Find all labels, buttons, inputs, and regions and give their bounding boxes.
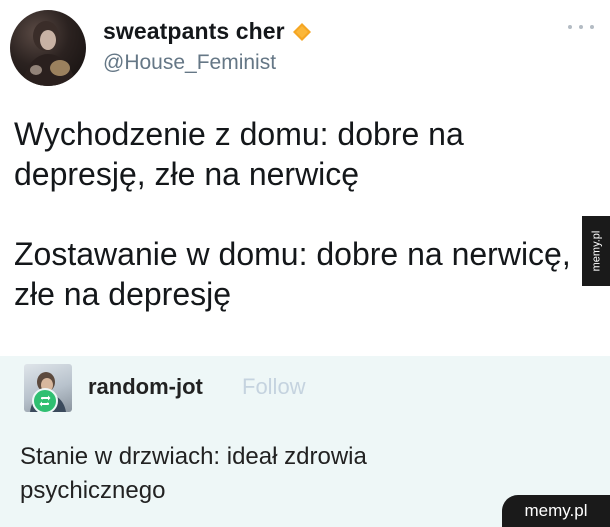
verified-diamond-icon	[292, 22, 311, 41]
more-dots-icon[interactable]	[568, 22, 594, 32]
corner-watermark: memy.pl	[502, 495, 610, 527]
follow-button[interactable]: Follow	[242, 374, 306, 400]
side-watermark: memy.pl	[582, 216, 610, 286]
display-name[interactable]: sweatpants cher	[103, 18, 285, 45]
tweet-card: sweatpants cher @House_Feminist Wychodze…	[0, 0, 610, 356]
tweet-text-line: Zostawanie w domu: dobre na nerwicę, złe…	[14, 236, 571, 312]
avatar-photo-icon	[22, 21, 76, 86]
reply-username[interactable]: random-jot	[88, 374, 203, 400]
tweet-body: Wychodzenie z domu: dobre na depresję, z…	[14, 114, 574, 314]
reply-body: Stanie w drzwiach: ideał zdrowia psychic…	[20, 443, 367, 504]
corner-watermark-text: memy.pl	[524, 501, 588, 520]
user-handle[interactable]: @House_Feminist	[103, 51, 276, 75]
side-watermark-text: memy.pl	[590, 230, 602, 272]
tweet-avatar[interactable]	[10, 10, 86, 86]
tweet-name-row: sweatpants cher	[103, 18, 313, 45]
meme-page: sweatpants cher @House_Feminist Wychodze…	[0, 0, 610, 527]
reblog-icon	[32, 388, 58, 414]
tweet-text-line: Wychodzenie z domu: dobre na depresję, z…	[14, 116, 464, 192]
